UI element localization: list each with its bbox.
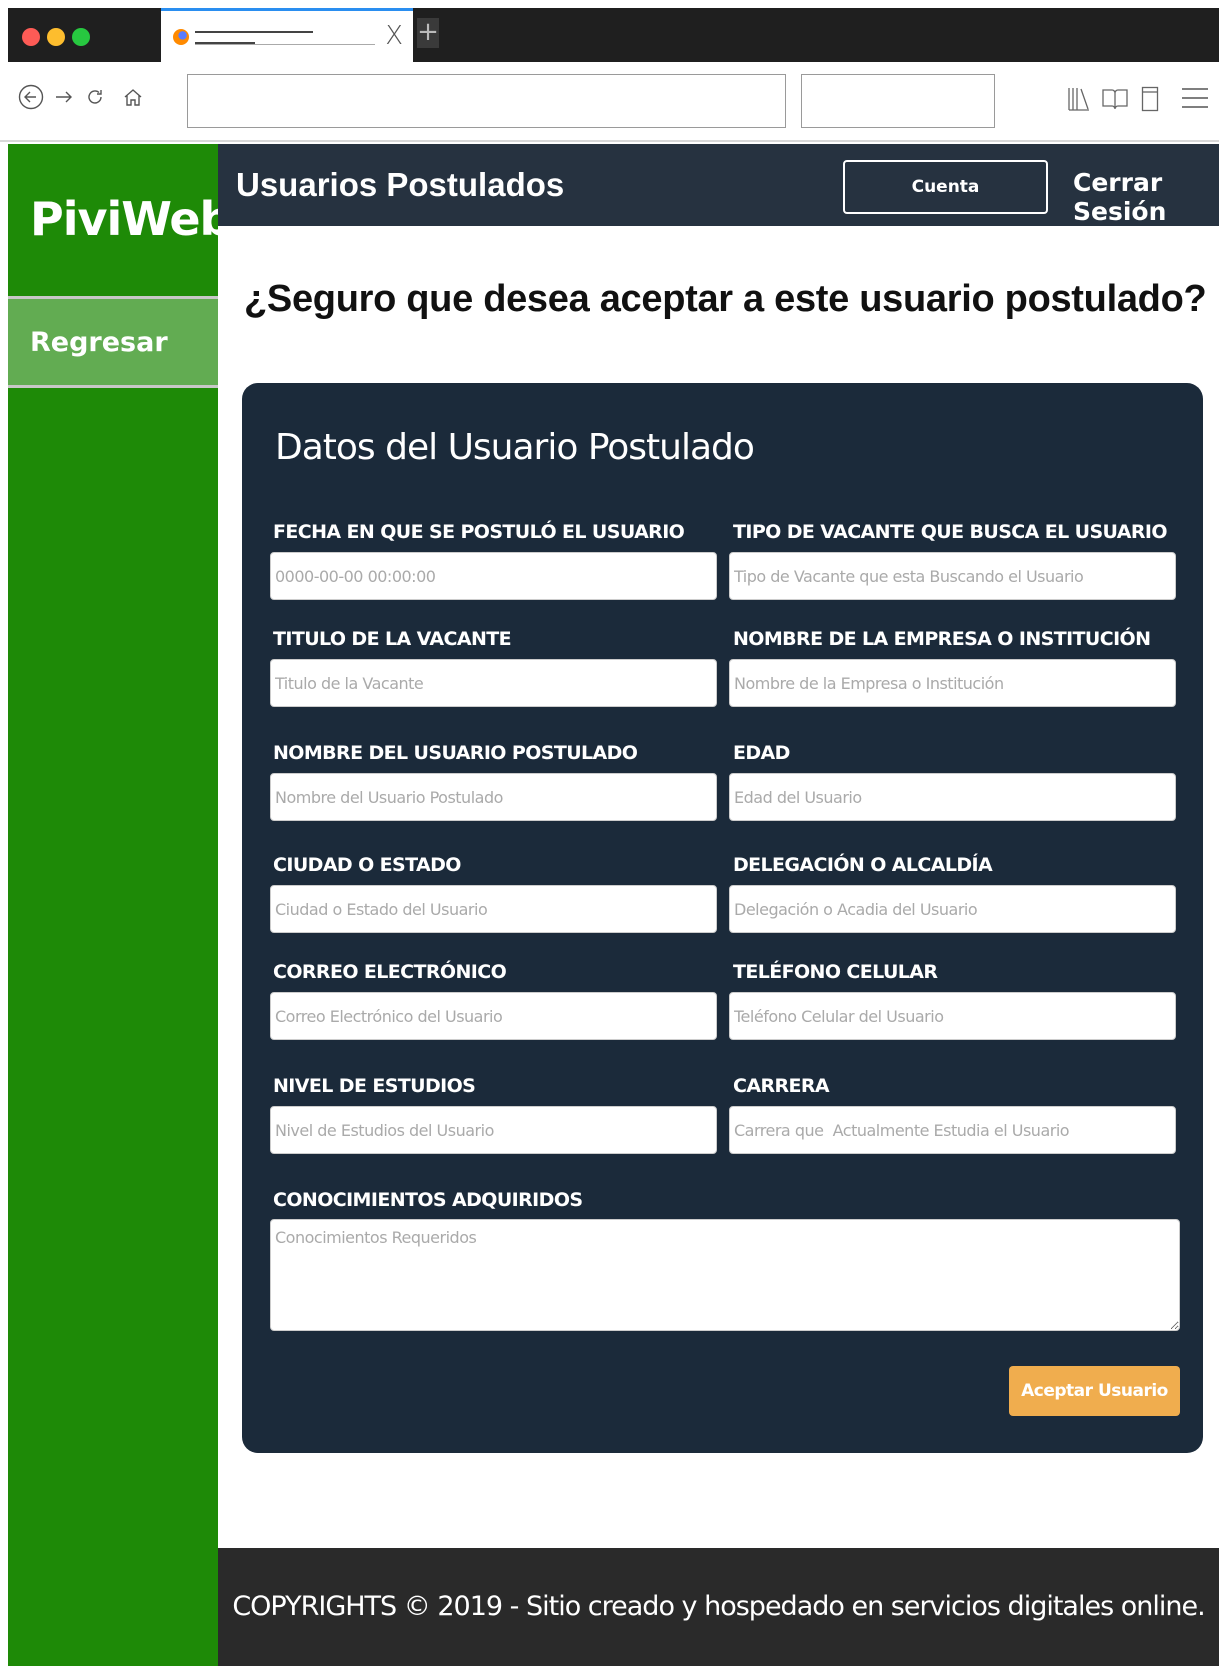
conocimientos-label: CONOCIMIENTOS ADQUIRIDOS [273, 1189, 583, 1211]
tab-close-icon[interactable]: X [385, 23, 403, 49]
nombre-label: NOMBRE DEL USUARIO POSTULADO [273, 742, 638, 764]
firefox-icon [173, 29, 189, 45]
sidebar: PiviWeb Regresar [8, 144, 232, 1666]
new-tab-button[interactable]: + [417, 18, 439, 48]
conocimientos-textarea[interactable] [270, 1219, 1180, 1331]
telefono-label: TELÉFONO CELULAR [733, 961, 938, 983]
card-title: Datos del Usuario Postulado [275, 427, 755, 468]
sidebar-toggle-icon[interactable] [1141, 86, 1159, 112]
page-title: Usuarios Postulados [236, 166, 565, 203]
library-icon[interactable] [1067, 86, 1091, 112]
reload-icon[interactable] [85, 87, 105, 107]
fecha-label: FECHA EN QUE SE POSTULÓ EL USUARIO [273, 521, 685, 543]
home-icon[interactable] [122, 86, 144, 108]
carrera-label: CARRERA [733, 1075, 830, 1097]
minimize-window-button[interactable] [47, 28, 65, 46]
tipo-vacante-input[interactable] [729, 552, 1176, 600]
forward-icon[interactable] [54, 87, 74, 107]
browser-search-bar[interactable] [801, 74, 995, 128]
empresa-label: NOMBRE DE LA EMPRESA O INSTITUCIÓN [733, 628, 1151, 650]
sidebar-item-label: Regresar [30, 327, 168, 358]
browser-tab-bar: X + [8, 8, 1219, 62]
correo-input[interactable] [270, 992, 717, 1040]
copyright-text: COPYRIGHTS © 2019 - Sitio creado y hospe… [232, 1591, 1205, 1622]
back-icon[interactable] [18, 84, 44, 110]
account-label: Cuenta Administrador [869, 177, 1008, 247]
delegacion-input[interactable] [729, 885, 1176, 933]
estudios-input[interactable] [270, 1106, 717, 1154]
maximize-window-button[interactable] [72, 28, 90, 46]
correo-label: CORREO ELECTRÓNICO [273, 961, 507, 983]
edad-label: EDAD [733, 742, 790, 764]
titulo-label: TITULO DE LA VACANTE [273, 628, 512, 650]
top-header: Usuarios Postulados Cuenta Administrador… [218, 144, 1219, 247]
edad-input[interactable] [729, 773, 1176, 821]
carrera-input[interactable] [729, 1106, 1176, 1154]
estudios-label: NIVEL DE ESTUDIOS [273, 1075, 476, 1097]
tab-title-placeholder [195, 31, 313, 33]
browser-nav-bar [0, 62, 1219, 142]
ciudad-label: CIUDAD O ESTADO [273, 854, 461, 876]
fecha-input[interactable] [270, 552, 717, 600]
titulo-input[interactable] [270, 659, 717, 707]
sidebar-item-regresar[interactable]: Regresar [8, 296, 218, 388]
accept-user-button[interactable]: Aceptar Usuario [1009, 1366, 1180, 1416]
logout-link[interactable]: Cerrar Sesión [1073, 168, 1219, 226]
ciudad-input[interactable] [270, 885, 717, 933]
delegacion-label: DELEGACIÓN O ALCALDÍA [733, 854, 993, 876]
empresa-input[interactable] [729, 659, 1176, 707]
brand-logo[interactable]: PiviWeb [30, 192, 232, 246]
telefono-input[interactable] [729, 992, 1176, 1040]
applicant-form-card: Datos del Usuario Postulado FECHA EN QUE… [242, 383, 1203, 1453]
close-window-button[interactable] [22, 28, 40, 46]
address-bar[interactable] [187, 74, 786, 128]
menu-icon[interactable] [1181, 86, 1209, 110]
account-dropdown-button[interactable]: Cuenta Administrador [843, 160, 1048, 247]
reader-view-icon[interactable] [1101, 87, 1129, 111]
browser-tab[interactable]: X [161, 8, 413, 62]
footer: COPYRIGHTS © 2019 - Sitio creado y hospe… [218, 1548, 1219, 1666]
tipo-vacante-label: TIPO DE VACANTE QUE BUSCA EL USUARIO [733, 521, 1168, 543]
nombre-input[interactable] [270, 773, 717, 821]
confirmation-question: ¿Seguro que desea aceptar a este usuario… [244, 278, 1207, 320]
tab-title-placeholder [195, 44, 375, 45]
caret-down-icon [1013, 234, 1022, 240]
